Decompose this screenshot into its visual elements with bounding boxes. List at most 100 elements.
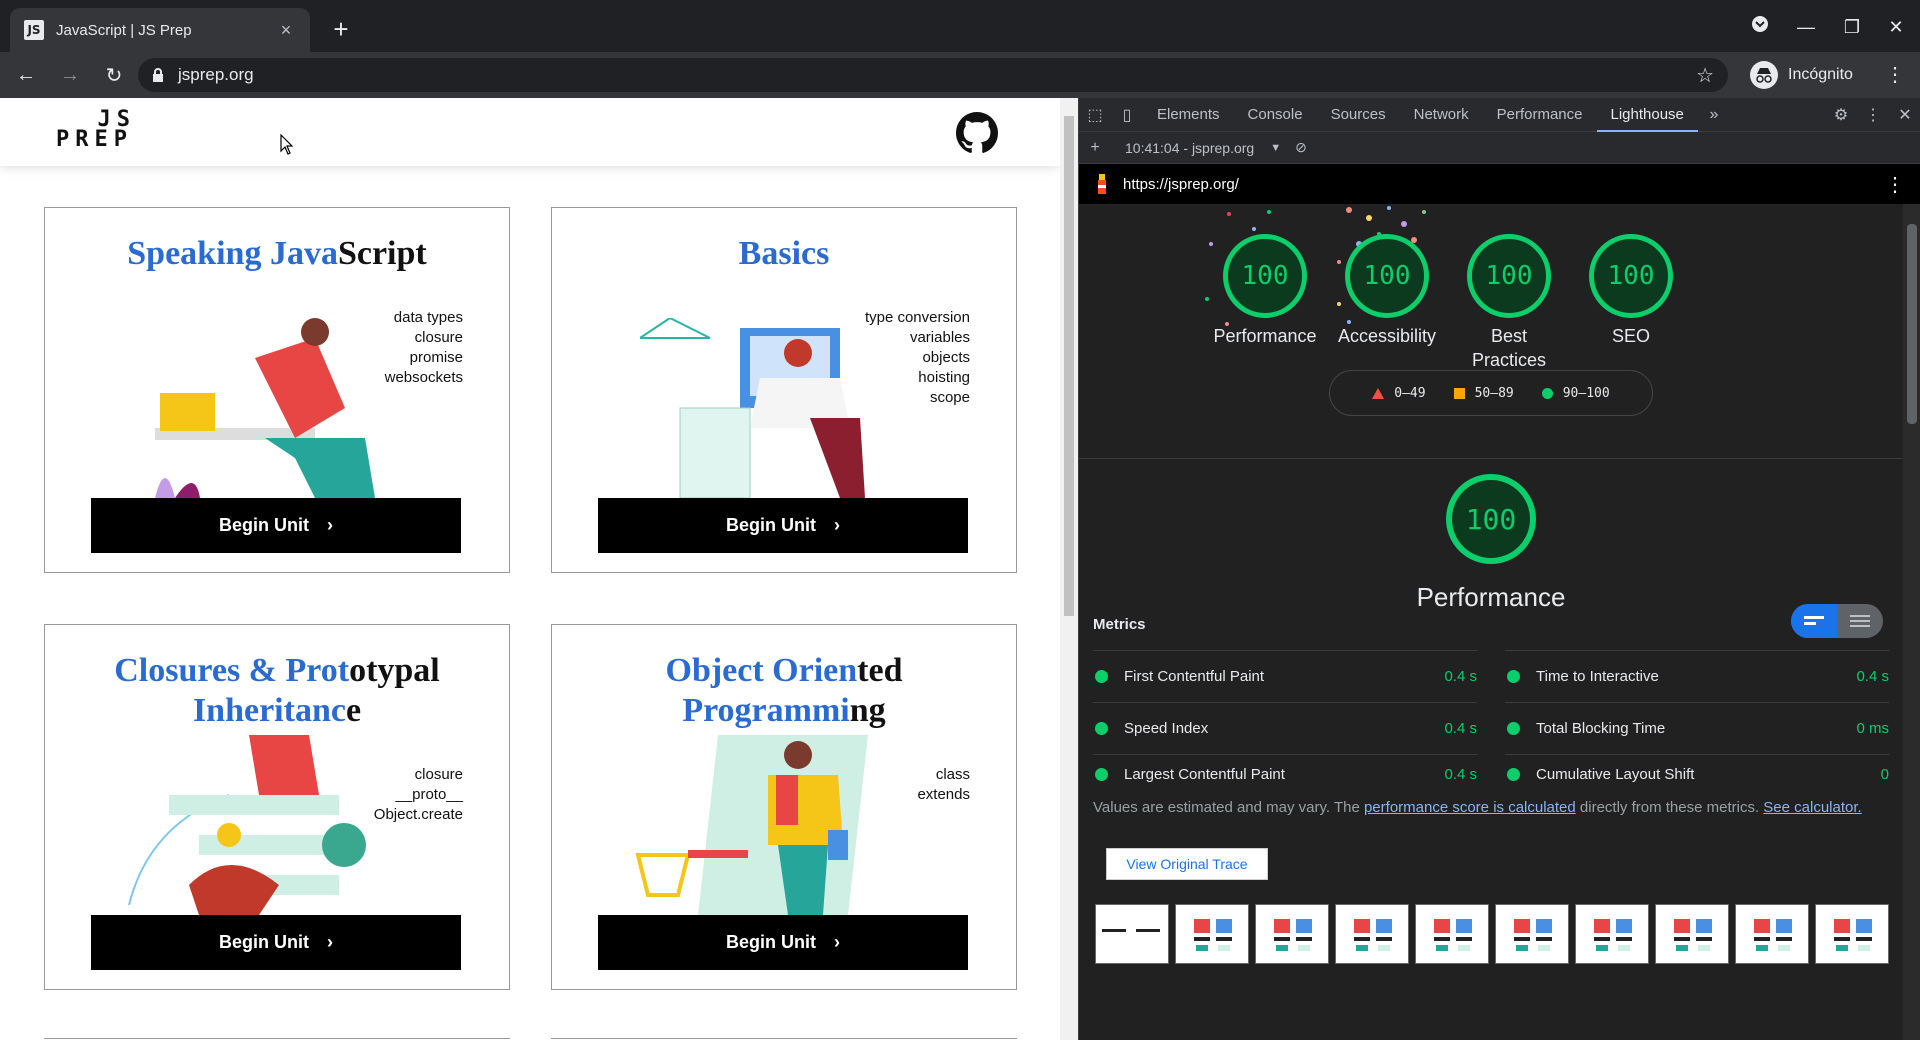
- minimize-icon[interactable]: —: [1786, 12, 1826, 42]
- settings-gear-icon[interactable]: ⚙: [1825, 105, 1857, 125]
- gauge-ring: 100: [1589, 234, 1673, 318]
- chevron-right-icon: ›: [834, 515, 840, 535]
- score-calculation-link[interactable]: performance score is calculated: [1364, 799, 1576, 816]
- filmstrip-frame: [1255, 904, 1329, 964]
- pass-circle-icon: [1095, 768, 1108, 781]
- begin-unit-button[interactable]: Begin Unit ›: [598, 915, 968, 970]
- clear-reports-icon[interactable]: ⊘: [1295, 139, 1307, 156]
- pass-circle-icon: [1541, 387, 1553, 399]
- compact-view-icon[interactable]: [1791, 604, 1837, 638]
- expanded-view-icon[interactable]: [1837, 604, 1883, 638]
- metric-total-blocking-time: Total Blocking Time 0 ms: [1505, 702, 1889, 754]
- metric-cumulative-layout-shift: Cumulative Layout Shift 0: [1505, 754, 1889, 794]
- devtools-menu-icon[interactable]: ⋮: [1857, 105, 1889, 125]
- gauge-label: Performance: [1213, 326, 1317, 346]
- gauge-accessibility[interactable]: 100 Accessibility: [1322, 234, 1452, 348]
- chevron-right-icon: ›: [834, 932, 840, 952]
- fail-triangle-icon: [1372, 387, 1385, 399]
- github-icon[interactable]: [956, 112, 998, 154]
- report-url[interactable]: https://jsprep.org/: [1123, 176, 1239, 193]
- restore-icon[interactable]: ❐: [1832, 12, 1872, 42]
- close-window-icon[interactable]: ✕: [1876, 12, 1916, 42]
- begin-unit-button[interactable]: Begin Unit ›: [598, 498, 968, 553]
- tab-performance[interactable]: Performance: [1483, 98, 1597, 132]
- lighthouse-icon: [1098, 174, 1106, 194]
- browser-menu-icon[interactable]: ⋮: [1880, 60, 1910, 90]
- pass-circle-icon: [1095, 722, 1108, 735]
- person-stairs-illustration: [128, 735, 366, 915]
- tab-title: JavaScript | JS Prep: [56, 21, 192, 39]
- inspect-element-icon[interactable]: ⬚: [1079, 105, 1111, 125]
- tab-network[interactable]: Network: [1400, 98, 1483, 132]
- report-menu-icon[interactable]: ⋮: [1885, 172, 1905, 197]
- tab-lighthouse[interactable]: Lighthouse: [1596, 98, 1698, 132]
- metric-largest-contentful-paint: Largest Contentful Paint 0.4 s: [1093, 754, 1477, 794]
- topic-list: data types closure promise websockets: [384, 309, 463, 386]
- topic-list: class extends: [917, 766, 970, 803]
- incognito-profile[interactable]: Incógnito: [1750, 60, 1853, 90]
- gauge-seo[interactable]: 100 SEO: [1566, 234, 1696, 348]
- gauge-ring: 100: [1446, 474, 1536, 564]
- devtools-panel: ⬚ ▯ Elements Console Sources Network Per…: [1078, 98, 1920, 1040]
- web-page: JS PREP Speaking JavaScript data types cl…: [0, 98, 1060, 1040]
- close-devtools-icon[interactable]: ✕: [1889, 105, 1920, 125]
- card-title[interactable]: Object Oriented Programming: [552, 651, 1016, 731]
- begin-unit-button[interactable]: Begin Unit ›: [91, 498, 461, 553]
- new-tab-button[interactable]: +: [326, 14, 356, 44]
- bookmark-star-icon[interactable]: ☆: [1696, 63, 1714, 88]
- url-text: jsprep.org: [178, 65, 254, 84]
- lock-icon: [153, 68, 163, 82]
- unit-card-speaking-javascript: Speaking JavaScript data types closure pro…: [44, 207, 510, 573]
- new-report-icon[interactable]: +: [1079, 139, 1111, 157]
- card-title[interactable]: Basics: [552, 234, 1016, 274]
- average-square-icon: [1453, 387, 1465, 399]
- report-scrollbar-thumb[interactable]: [1907, 224, 1917, 424]
- gauge-label: SEO: [1611, 326, 1650, 346]
- forward-icon[interactable]: →: [52, 57, 88, 93]
- begin-unit-button[interactable]: Begin Unit ›: [91, 915, 461, 970]
- view-original-trace-button[interactable]: View Original Trace: [1106, 848, 1268, 880]
- incognito-icon: [1750, 61, 1778, 89]
- page-scrollbar[interactable]: [1060, 98, 1078, 1040]
- gauge-ring: 100: [1345, 234, 1429, 318]
- tab-elements[interactable]: Elements: [1143, 98, 1234, 132]
- card-title[interactable]: Speaking JavaScript: [45, 234, 509, 274]
- browser-tab[interactable]: JS JavaScript | JS Prep ×: [10, 8, 310, 52]
- gauge-label: Accessibility: [1337, 326, 1437, 346]
- site-logo[interactable]: JS PREP: [56, 109, 140, 156]
- page-scrollbar-thumb[interactable]: [1064, 116, 1074, 616]
- filmstrip-frame: [1415, 904, 1489, 964]
- gauge-ring: 100: [1223, 234, 1307, 318]
- metric-time-to-interactive: Time to Interactive 0.4 s: [1505, 650, 1889, 702]
- gauge-performance[interactable]: 100 Performance: [1200, 234, 1330, 348]
- tab-sources[interactable]: Sources: [1317, 98, 1400, 132]
- pass-circle-icon: [1095, 670, 1108, 683]
- report-scrollbar[interactable]: [1903, 204, 1920, 1040]
- lighthouse-toolbar: + 10:41:04 - jsprep.org ▼ ⊘: [1079, 132, 1920, 164]
- dropdown-arrow-icon[interactable]: ▼: [1270, 142, 1281, 154]
- filmstrip-frame: [1095, 904, 1169, 964]
- report-selector[interactable]: 10:41:04 - jsprep.org: [1125, 140, 1254, 156]
- filmstrip-frame: [1575, 904, 1649, 964]
- topic-list: type conversion variables objects hoisting s…: [864, 309, 970, 406]
- metrics-view-toggle[interactable]: [1791, 604, 1883, 638]
- tab-search-icon[interactable]: [1740, 12, 1780, 42]
- gauge-label: Best Practices: [1471, 326, 1547, 370]
- device-toolbar-icon[interactable]: ▯: [1111, 105, 1143, 125]
- more-tabs-icon[interactable]: »: [1698, 106, 1730, 124]
- filmstrip-frame: [1655, 904, 1729, 964]
- card-title[interactable]: Closures & Prototypal Inheritance: [45, 651, 509, 731]
- close-tab-icon[interactable]: ×: [276, 20, 296, 41]
- see-calculator-link[interactable]: See calculator.: [1763, 799, 1861, 816]
- back-icon[interactable]: ←: [8, 57, 44, 93]
- gauge-best-practices[interactable]: 100 Best Practices: [1444, 234, 1574, 372]
- mouse-cursor-icon: [280, 134, 294, 155]
- metrics-note: Values are estimated and may vary. The p…: [1093, 799, 1862, 816]
- pass-circle-icon: [1507, 670, 1520, 683]
- address-bar[interactable]: jsprep.org ☆: [138, 58, 1728, 92]
- reload-icon[interactable]: ↻: [96, 57, 132, 93]
- pass-circle-icon: [1507, 722, 1520, 735]
- filmstrip-frame: [1495, 904, 1569, 964]
- tab-console[interactable]: Console: [1234, 98, 1317, 132]
- favicon-icon: JS: [24, 20, 44, 40]
